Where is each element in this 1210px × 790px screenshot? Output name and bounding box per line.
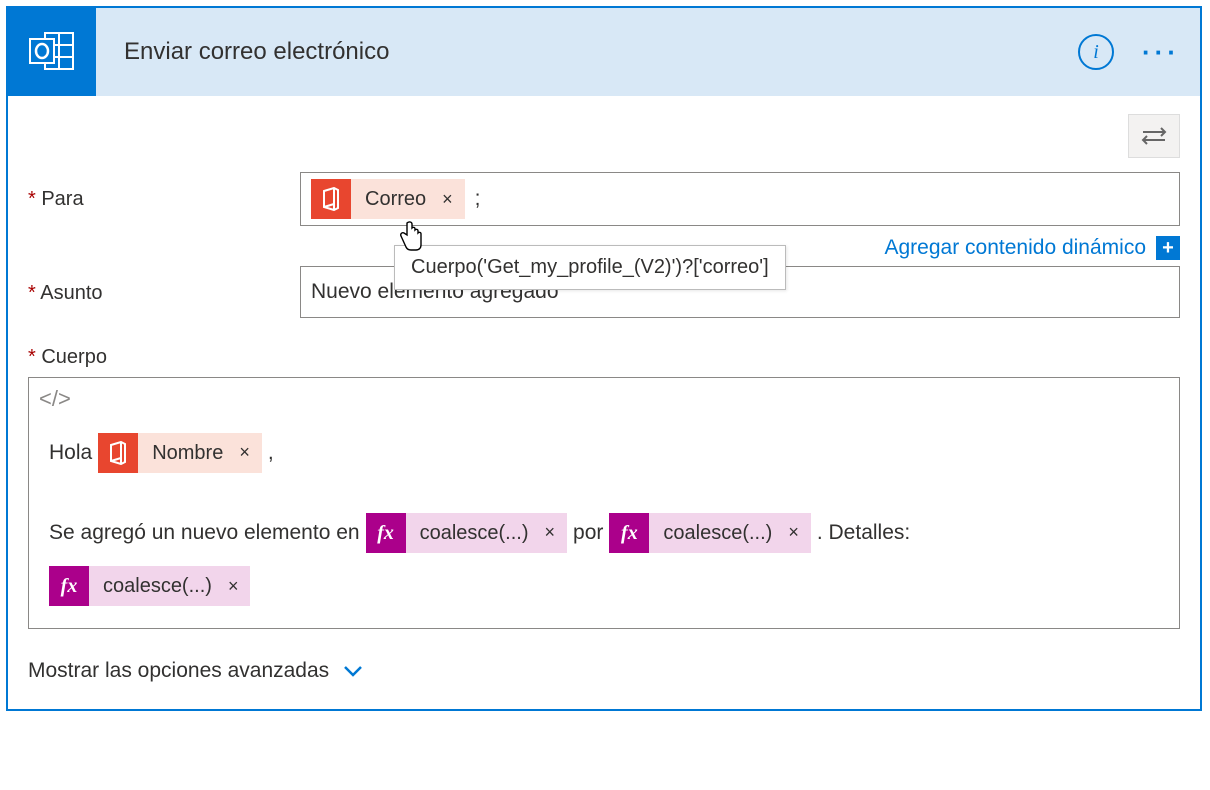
body-text: por xyxy=(573,510,603,556)
body-text: . Detalles: xyxy=(817,510,910,556)
fx-icon: fx xyxy=(609,513,649,553)
fx-token-coalesce[interactable]: fx coalesce(...) × xyxy=(49,566,250,606)
remove-token-button[interactable]: × xyxy=(235,433,262,473)
fx-icon: fx xyxy=(49,566,89,606)
to-label: * Para xyxy=(28,172,300,211)
to-field-row: * Para Correo × ; xyxy=(28,172,1180,226)
remove-token-button[interactable]: × xyxy=(224,567,251,607)
to-token-correo[interactable]: Correo × xyxy=(311,179,465,219)
remove-token-button[interactable]: × xyxy=(438,189,465,210)
required-mark: * xyxy=(28,346,41,368)
token-label: coalesce(...) xyxy=(406,511,541,555)
body-token-nombre[interactable]: Nombre × xyxy=(98,433,262,473)
body-editor: </> Hola Nombre × , Se agregó un nuevo e… xyxy=(28,377,1180,629)
body-text: , xyxy=(268,430,274,476)
body-label: * Cuerpo xyxy=(28,346,1180,369)
required-mark: * xyxy=(28,188,41,210)
token-label: Nombre xyxy=(138,431,235,475)
add-dynamic-content-plus[interactable]: + xyxy=(1156,236,1180,260)
code-view-toggle[interactable]: </> xyxy=(29,378,1179,412)
to-input[interactable]: Correo × ; xyxy=(300,172,1180,226)
office-icon xyxy=(311,179,351,219)
chevron-down-icon xyxy=(343,659,363,683)
fx-icon: fx xyxy=(366,513,406,553)
advanced-label: Mostrar las opciones avanzadas xyxy=(28,659,329,683)
action-card: Enviar correo electrónico i ··· * Para xyxy=(6,6,1202,711)
outlook-icon xyxy=(8,8,96,96)
card-body: * Para Correo × ; Cuerpo('Get_my_profile… xyxy=(8,96,1200,709)
body-text: Se agregó un nuevo elemento en xyxy=(49,510,360,556)
body-content[interactable]: Hola Nombre × , Se agregó un nuevo eleme… xyxy=(29,412,1179,628)
info-button[interactable]: i xyxy=(1078,34,1114,70)
card-title: Enviar correo electrónico xyxy=(124,38,1078,66)
required-mark: * xyxy=(28,282,40,304)
more-menu-button[interactable]: ··· xyxy=(1142,37,1180,68)
expression-tooltip: Cuerpo('Get_my_profile_(V2)')?['correo'] xyxy=(394,245,786,290)
separator: ; xyxy=(475,187,481,211)
card-header: Enviar correo electrónico i ··· xyxy=(8,8,1200,96)
fx-token-coalesce[interactable]: fx coalesce(...) × xyxy=(366,513,567,553)
token-label: coalesce(...) xyxy=(649,511,784,555)
remove-token-button[interactable]: × xyxy=(784,513,811,553)
body-text: Hola xyxy=(49,430,92,476)
remove-token-button[interactable]: × xyxy=(541,513,568,553)
add-dynamic-content-link[interactable]: Agregar contenido dinámico xyxy=(885,236,1147,260)
subject-label: * Asunto xyxy=(28,266,300,305)
token-label: coalesce(...) xyxy=(89,564,224,608)
show-advanced-options[interactable]: Mostrar las opciones avanzadas xyxy=(28,659,1180,683)
fx-token-coalesce[interactable]: fx coalesce(...) × xyxy=(609,513,810,553)
token-label: Correo xyxy=(351,188,438,211)
switch-mode-button[interactable] xyxy=(1128,114,1180,158)
office-icon xyxy=(98,433,138,473)
